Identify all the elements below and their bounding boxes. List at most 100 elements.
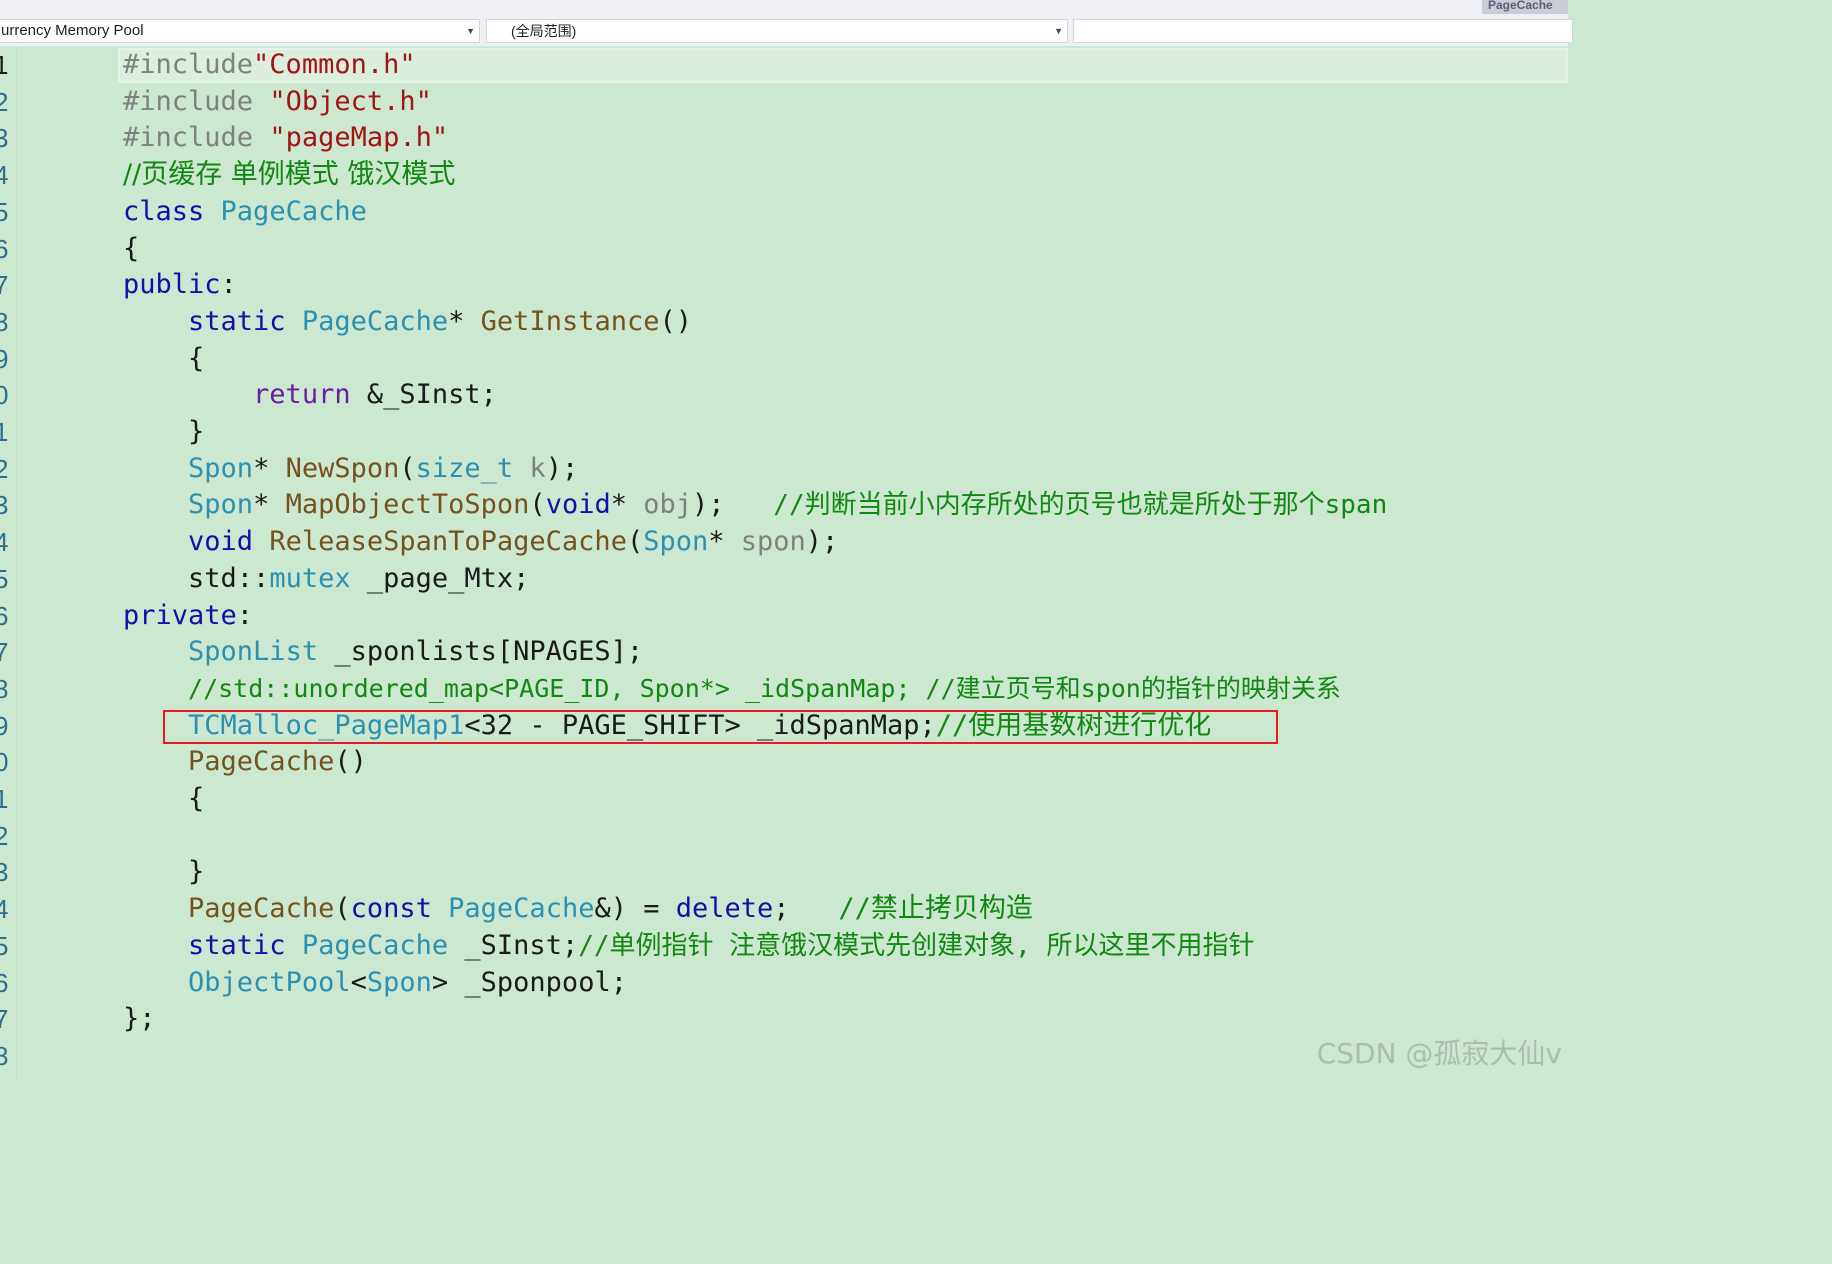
code-line-21[interactable]: {	[123, 781, 204, 818]
string-literal: "pageMap.h"	[269, 122, 449, 154]
statement-text: _page_Mtx;	[350, 562, 530, 594]
code-line-14[interactable]: void ReleaseSpanToPageCache(Spon* spon);	[123, 524, 838, 561]
line-number: 2	[0, 453, 9, 484]
line-number: 4	[0, 160, 9, 191]
code-line-7[interactable]: public:	[123, 267, 237, 304]
punctuation: {	[123, 232, 140, 264]
preprocessor-directive: #include	[123, 122, 270, 154]
comment: //禁止拷贝构造	[838, 893, 1033, 925]
code-line-10[interactable]: return &_SInst;	[123, 377, 497, 414]
punctuation: );	[805, 526, 839, 558]
punctuation: };	[123, 1003, 156, 1035]
function-name: GetInstance	[480, 305, 660, 337]
code-line-2[interactable]: #include "Object.h"	[123, 84, 432, 121]
line-number: 6	[0, 967, 9, 998]
project-dropdown[interactable]: urrency Memory Pool ▼	[0, 19, 480, 43]
punctuation: {	[188, 783, 205, 814]
punctuation: *	[610, 489, 644, 521]
punctuation: *	[253, 452, 286, 484]
keyword: return	[253, 379, 351, 411]
code-line-24[interactable]: PageCache(const PageCache&) = delete; //…	[123, 891, 1033, 928]
line-number: 2	[0, 820, 9, 851]
punctuation: :	[220, 269, 237, 301]
punctuation: ;	[773, 893, 839, 925]
member-dropdown[interactable]	[1073, 19, 1573, 43]
code-line-16[interactable]: private:	[123, 598, 253, 635]
namespace: std::	[188, 562, 270, 594]
keyword: private	[123, 599, 237, 631]
tab-pagecache[interactable]: PageCache	[1482, 0, 1568, 14]
code-line-11[interactable]: }	[123, 414, 204, 451]
statement-text: &_SInst;	[350, 379, 497, 411]
code-line-3[interactable]: #include "pageMap.h"	[123, 120, 448, 157]
line-number: 4	[0, 527, 9, 558]
comment: //判断当前小内存所处的页号也就是所处于那个span	[773, 490, 1388, 521]
punctuation: {	[188, 342, 205, 374]
line-number: 3	[0, 123, 9, 154]
parameter-name: k	[529, 452, 546, 484]
line-number: 4	[0, 894, 9, 925]
code-line-8[interactable]: static PageCache* GetInstance()	[123, 304, 692, 341]
code-line-9[interactable]: {	[123, 341, 204, 378]
function-name: ReleaseSpanToPageCache	[269, 526, 627, 558]
scope-dropdown-value: (全局范围)	[511, 23, 577, 39]
punctuation: *	[253, 489, 286, 521]
line-number: 1	[0, 417, 9, 447]
string-literal: "Object.h"	[269, 85, 432, 117]
line-number: 5	[0, 196, 9, 227]
keyword: static	[188, 929, 286, 961]
comment: //std::unordered_map<PAGE_ID, Spon*> _id…	[188, 673, 1341, 703]
line-number: 8	[0, 306, 9, 337]
line-number: 9	[0, 710, 9, 741]
code-line-17[interactable]: SponList _sponlists[NPAGES];	[123, 634, 643, 671]
type-name: PageCache	[301, 929, 449, 961]
line-number: 1	[0, 50, 9, 80]
code-line-20[interactable]: PageCache()	[123, 744, 367, 781]
comment: //单例指针 注意饿汉模式先创建对象, 所以这里不用指针	[578, 930, 1255, 961]
scope-dropdown[interactable]: (全局范围) ▼	[486, 19, 1068, 43]
keyword: const	[350, 893, 432, 925]
code-line-26[interactable]: ObjectPool<Spon> _Sponpool;	[123, 965, 627, 1002]
code-line-4[interactable]: //页缓存 单例模式 饿汉模式	[123, 157, 455, 194]
code-line-15[interactable]: std::mutex _page_Mtx;	[123, 561, 529, 598]
code-line-18[interactable]: //std::unordered_map<PAGE_ID, Spon*> _id…	[123, 671, 1341, 708]
line-number: 5	[0, 563, 9, 594]
code-line-27[interactable]: };	[123, 1001, 156, 1038]
code-line-1[interactable]: #include"Common.h"	[123, 47, 416, 84]
punctuation: ()	[659, 305, 692, 337]
line-number: 7	[0, 637, 9, 668]
punctuation: <	[350, 966, 367, 998]
project-dropdown-value: urrency Memory Pool	[1, 22, 144, 39]
type-name: PageCache	[220, 195, 367, 227]
code-editor[interactable]: 1 2 3 4 5 6 7 8 9 0 1 2 3 4 5 6 7 8 9 0 …	[0, 46, 1568, 1082]
code-line-13[interactable]: Spon* MapObjectToSpon(void* obj); //判断当前…	[123, 487, 1387, 524]
line-number: 7	[0, 1004, 9, 1035]
punctuation: (	[399, 452, 416, 484]
preprocessor-directive: #include	[123, 85, 270, 117]
code-line-23[interactable]: }	[123, 854, 204, 891]
punctuation: (	[529, 489, 546, 521]
code-line-6[interactable]: {	[123, 231, 139, 268]
punctuation: &) =	[594, 893, 676, 925]
comment: //页缓存 单例模式 饿汉模式	[123, 159, 456, 191]
keyword: void	[188, 526, 254, 558]
line-number: 6	[0, 233, 9, 264]
code-line-25[interactable]: static PageCache _SInst;//单例指针 注意饿汉模式先创建…	[123, 928, 1254, 965]
code-line-5[interactable]: class PageCache	[123, 194, 367, 231]
code-line-12[interactable]: Spon* NewSpon(size_t k);	[123, 451, 578, 488]
chevron-down-icon: ▼	[466, 26, 475, 36]
keyword: delete	[675, 893, 774, 925]
